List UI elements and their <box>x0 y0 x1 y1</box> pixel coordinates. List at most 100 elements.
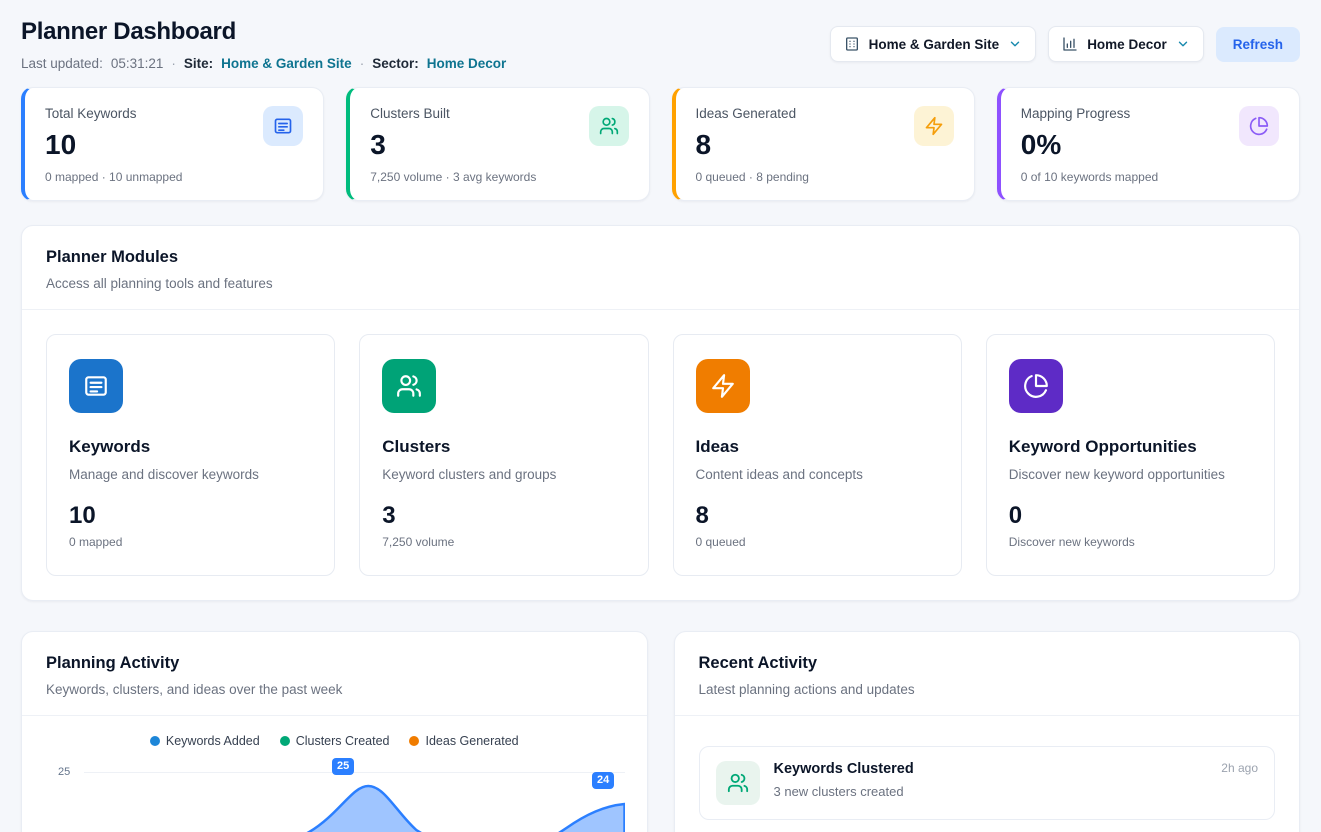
recent-activity-title: Recent Activity <box>699 654 1276 673</box>
header-left: Planner Dashboard Last updated: 05:31:21… <box>21 18 506 71</box>
activity-item-title: Keywords Clustered <box>774 761 914 777</box>
module-detail: Discover new keywords <box>1009 535 1252 549</box>
legend-label: Clusters Created <box>296 734 390 748</box>
module-detail: 7,250 volume <box>382 535 625 549</box>
module-value: 0 <box>1009 502 1252 530</box>
legend-dot-orange <box>409 736 419 746</box>
bar-chart-icon <box>1062 36 1078 52</box>
modules-subtitle: Access all planning tools and features <box>46 276 1275 291</box>
sector-selector-dropdown[interactable]: Home Decor <box>1048 26 1204 62</box>
planning-activity-panel: Planning Activity Keywords, clusters, an… <box>21 631 648 832</box>
module-description: Discover new keyword opportunities <box>1009 467 1252 482</box>
activity-item-timestamp: 2h ago <box>1221 761 1258 775</box>
stat-card-clusters-built: Clusters Built 3 7,250 volume · 3 avg ke… <box>346 87 649 201</box>
stat-card-ideas-generated: Ideas Generated 8 0 queued · 8 pending <box>672 87 975 201</box>
users-icon <box>589 106 629 146</box>
stat-label: Ideas Generated <box>696 106 809 121</box>
sector-link[interactable]: Home Decor <box>427 56 507 71</box>
stat-detail: 7,250 volume · 3 avg keywords <box>370 170 536 184</box>
legend-label: Keywords Added <box>166 734 260 748</box>
module-title: Ideas <box>696 437 939 457</box>
module-value: 10 <box>69 502 312 530</box>
module-detail: 0 mapped <box>69 535 312 549</box>
stat-label: Total Keywords <box>45 106 182 121</box>
module-description: Keyword clusters and groups <box>382 467 625 482</box>
module-title: Keyword Opportunities <box>1009 437 1252 457</box>
module-value: 8 <box>696 502 939 530</box>
users-icon <box>382 359 436 413</box>
lightning-icon <box>914 106 954 146</box>
refresh-button[interactable]: Refresh <box>1216 27 1300 62</box>
recent-activity-panel: Recent Activity Latest planning actions … <box>674 631 1301 832</box>
modules-title: Planner Modules <box>46 248 1275 267</box>
pie-chart-icon <box>1239 106 1279 146</box>
site-selector-label: Home & Garden Site <box>869 37 1000 52</box>
page-title: Planner Dashboard <box>21 18 506 46</box>
legend-item-ideas-generated: Ideas Generated <box>409 734 518 748</box>
stat-detail: 0 of 10 keywords mapped <box>1021 170 1158 184</box>
sector-label: Sector: <box>372 56 419 71</box>
chevron-down-icon <box>1008 37 1022 51</box>
chevron-down-icon <box>1176 37 1190 51</box>
activity-item-body: Keywords Clustered 2h ago 3 new clusters… <box>774 761 1259 799</box>
module-card-keyword-opportunities[interactable]: Keyword Opportunities Discover new keywo… <box>986 334 1275 576</box>
module-description: Manage and discover keywords <box>69 467 312 482</box>
y-axis-tick: 25 <box>58 766 70 778</box>
site-link[interactable]: Home & Garden Site <box>221 56 352 71</box>
module-value: 3 <box>382 502 625 530</box>
planning-activity-title: Planning Activity <box>46 654 623 673</box>
stat-label: Clusters Built <box>370 106 536 121</box>
stat-label: Mapping Progress <box>1021 106 1158 121</box>
last-updated-value: 05:31:21 <box>111 56 164 71</box>
module-card-clusters[interactable]: Clusters Keyword clusters and groups 3 7… <box>359 334 648 576</box>
divider <box>675 715 1300 716</box>
building-icon <box>844 36 860 52</box>
legend-item-clusters-created: Clusters Created <box>280 734 390 748</box>
stats-row: Total Keywords 10 0 mapped · 10 unmapped… <box>21 87 1300 201</box>
module-description: Content ideas and concepts <box>696 467 939 482</box>
activity-item-detail: 3 new clusters created <box>774 784 1259 799</box>
module-title: Keywords <box>69 437 312 457</box>
activity-item-keywords-clustered: Keywords Clustered 2h ago 3 new clusters… <box>699 746 1276 820</box>
stat-content: Total Keywords 10 0 mapped · 10 unmapped <box>45 106 182 184</box>
stat-card-mapping-progress: Mapping Progress 0% 0 of 10 keywords map… <box>997 87 1300 201</box>
planning-activity-head: Planning Activity Keywords, clusters, an… <box>22 632 647 715</box>
data-point-label: 24 <box>592 772 614 789</box>
chart-legend: Keywords Added Clusters Created Ideas Ge… <box>22 716 647 748</box>
header-controls: Home & Garden Site Home Decor Refresh <box>830 26 1300 62</box>
users-icon <box>716 761 760 805</box>
stat-content: Mapping Progress 0% 0 of 10 keywords map… <box>1021 106 1158 184</box>
meta-separator: · <box>171 56 176 71</box>
meta-separator: · <box>360 56 365 71</box>
recent-activity-head: Recent Activity Latest planning actions … <box>675 632 1300 715</box>
stat-content: Clusters Built 3 7,250 volume · 3 avg ke… <box>370 106 536 184</box>
header-meta: Last updated: 05:31:21 · Site: Home & Ga… <box>21 56 506 71</box>
planner-modules-panel: Planner Modules Access all planning tool… <box>21 225 1300 601</box>
activity-item-row: Keywords Clustered 2h ago <box>774 761 1259 777</box>
module-card-keywords[interactable]: Keywords Manage and discover keywords 10… <box>46 334 335 576</box>
pie-chart-icon <box>1009 359 1063 413</box>
module-title: Clusters <box>382 437 625 457</box>
stat-detail: 0 queued · 8 pending <box>696 170 809 184</box>
stat-value: 0% <box>1021 129 1158 161</box>
modules-grid: Keywords Manage and discover keywords 10… <box>22 310 1299 600</box>
document-lines-icon <box>263 106 303 146</box>
last-updated-label: Last updated: <box>21 56 103 71</box>
page-header: Planner Dashboard Last updated: 05:31:21… <box>21 18 1300 71</box>
keywords-added-area-series <box>84 762 625 832</box>
stat-value: 8 <box>696 129 809 161</box>
stat-value: 10 <box>45 129 182 161</box>
modules-panel-head: Planner Modules Access all planning tool… <box>22 226 1299 309</box>
module-card-ideas[interactable]: Ideas Content ideas and concepts 8 0 que… <box>673 334 962 576</box>
bottom-row: Planning Activity Keywords, clusters, an… <box>21 631 1300 832</box>
planning-activity-chart: 25 25 24 <box>44 762 625 832</box>
stat-value: 3 <box>370 129 536 161</box>
data-point-label: 25 <box>332 758 354 775</box>
site-label: Site: <box>184 56 213 71</box>
sector-selector-label: Home Decor <box>1087 37 1167 52</box>
recent-activity-subtitle: Latest planning actions and updates <box>699 682 1276 697</box>
stat-content: Ideas Generated 8 0 queued · 8 pending <box>696 106 809 184</box>
site-selector-dropdown[interactable]: Home & Garden Site <box>830 26 1037 62</box>
legend-label: Ideas Generated <box>425 734 518 748</box>
module-detail: 0 queued <box>696 535 939 549</box>
